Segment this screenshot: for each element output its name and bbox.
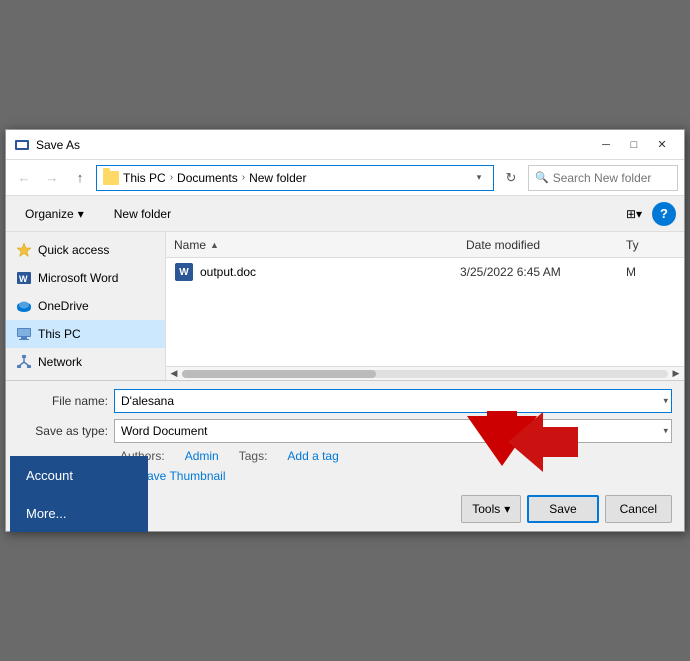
title-bar-controls: ─ □ ✕ <box>592 131 676 159</box>
save-as-type-label: Save as type: <box>18 424 108 438</box>
save-as-type-wrapper: Word Document ▾ <box>114 419 672 443</box>
tags-label: Tags: <box>239 449 268 463</box>
col-name-header[interactable]: Name ▲ <box>174 238 466 252</box>
scroll-right-arrow[interactable]: ▶ <box>670 368 682 380</box>
word-icon: W <box>16 270 32 286</box>
authors-value[interactable]: Admin <box>185 449 219 463</box>
title-bar: Save As ─ □ ✕ <box>6 130 684 160</box>
file-name-input-wrapper: ▾ <box>114 389 672 413</box>
microsoft-word-label: Microsoft Word <box>38 271 118 285</box>
path-folder-icon <box>103 171 119 185</box>
path-part-1: This PC <box>123 171 166 185</box>
up-button[interactable]: ↑ <box>68 166 92 190</box>
organize-button[interactable]: Organize ▾ <box>14 201 95 227</box>
tools-button[interactable]: Tools ▾ <box>461 495 521 523</box>
search-icon: 🔍 <box>535 171 549 184</box>
onedrive-label: OneDrive <box>38 299 89 313</box>
save-thumbnail-label[interactable]: Save Thumbnail <box>139 469 226 483</box>
file-list: output.doc 3/25/2022 6:45 AM M <box>166 258 684 366</box>
save-as-type-row: Save as type: Word Document ▾ <box>18 419 672 443</box>
cancel-button[interactable]: Cancel <box>605 495 672 523</box>
back-button[interactable]: ← <box>12 166 36 190</box>
refresh-button[interactable]: ↻ <box>498 165 524 191</box>
svg-text:W: W <box>19 274 28 284</box>
tools-dropdown-icon: ▾ <box>504 502 510 516</box>
file-icon <box>174 262 194 282</box>
minimize-button[interactable]: ─ <box>592 131 620 159</box>
this-pc-label: This PC <box>38 327 81 341</box>
path-separator-2: › <box>242 172 245 183</box>
scroll-track[interactable] <box>182 370 668 378</box>
col-type-header[interactable]: Ty <box>626 238 676 252</box>
address-path[interactable]: This PC › Documents › New folder ▾ <box>96 165 494 191</box>
forward-button[interactable]: → <box>40 166 64 190</box>
col-date-header[interactable]: Date modified <box>466 238 626 252</box>
tools-label: Tools <box>472 502 500 516</box>
path-separator-1: › <box>170 172 173 183</box>
add-tag-link[interactable]: Add a tag <box>287 449 338 463</box>
quick-access-label: Quick access <box>38 243 109 257</box>
organize-label: Organize <box>25 207 74 221</box>
blue-sidebar-item-account[interactable]: Account <box>10 456 148 494</box>
file-name: output.doc <box>200 265 454 279</box>
title-bar-icon <box>14 137 30 153</box>
file-list-header: Name ▲ Date modified Ty <box>166 232 684 258</box>
view-dropdown-icon: ▾ <box>636 207 642 221</box>
title-bar-title: Save As <box>36 138 592 152</box>
scroll-thumb <box>182 370 376 378</box>
file-type: M <box>626 265 676 279</box>
path-part-3: New folder <box>249 171 306 185</box>
network-icon <box>16 354 32 370</box>
sidebar-item-network[interactable]: Network <box>6 348 165 376</box>
save-button[interactable]: Save <box>527 495 598 523</box>
file-name-input[interactable] <box>114 389 672 413</box>
path-part-2: Documents <box>177 171 238 185</box>
file-name-label: File name: <box>18 394 108 408</box>
save-as-type-select[interactable]: Word Document <box>114 419 672 443</box>
quick-access-icon <box>16 242 32 258</box>
sidebar-item-onedrive[interactable]: OneDrive <box>6 292 165 320</box>
search-box: 🔍 <box>528 165 678 191</box>
maximize-button[interactable]: □ <box>620 131 648 159</box>
file-name-row: File name: ▾ <box>18 389 672 413</box>
path-dropdown-arrow[interactable]: ▾ <box>471 172 487 183</box>
search-input[interactable] <box>553 171 690 185</box>
main-content: Quick access W Microsoft Word <box>6 232 684 380</box>
help-button[interactable]: ? <box>652 202 676 226</box>
view-icon: ⊞ <box>626 207 636 221</box>
toolbar: Organize ▾ New folder ⊞ ▾ ? <box>6 196 684 232</box>
network-label: Network <box>38 355 82 369</box>
new-folder-button[interactable]: New folder <box>103 201 182 227</box>
onedrive-icon <box>16 298 32 314</box>
sidebar-item-microsoft-word[interactable]: W Microsoft Word <box>6 264 165 292</box>
sidebar: Quick access W Microsoft Word <box>6 232 166 380</box>
organize-dropdown-icon: ▾ <box>78 207 84 221</box>
sidebar-item-this-pc[interactable]: This PC <box>6 320 165 348</box>
close-button[interactable]: ✕ <box>648 131 676 159</box>
table-row[interactable]: output.doc 3/25/2022 6:45 AM M <box>166 258 684 286</box>
this-pc-icon <box>16 326 32 342</box>
toolbar-right: ⊞ ▾ ? <box>620 201 676 227</box>
word-doc-icon <box>175 263 193 281</box>
horizontal-scrollbar[interactable]: ◀ ▶ <box>166 366 684 380</box>
file-date: 3/25/2022 6:45 AM <box>460 265 620 279</box>
address-bar: ← → ↑ This PC › Documents › New folder ▾… <box>6 160 684 196</box>
view-options-button[interactable]: ⊞ ▾ <box>620 201 648 227</box>
file-list-area: Name ▲ Date modified Ty <box>166 232 684 380</box>
sort-arrow: ▲ <box>210 240 219 250</box>
blue-sidebar: Account More... <box>10 456 148 532</box>
action-row: Tools ▾ Save Cancel <box>119 495 672 523</box>
scroll-left-arrow[interactable]: ◀ <box>168 368 180 380</box>
sidebar-item-quick-access[interactable]: Quick access <box>6 236 165 264</box>
blue-sidebar-item-more[interactable]: More... <box>10 494 148 532</box>
